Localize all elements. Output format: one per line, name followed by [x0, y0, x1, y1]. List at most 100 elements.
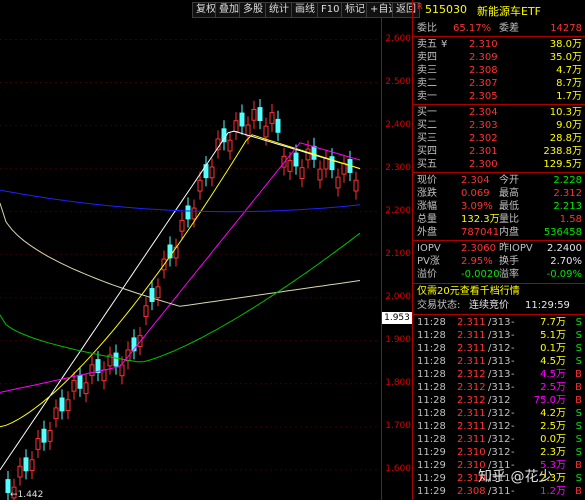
stat-label: 最高	[499, 188, 519, 199]
candle-body	[179, 219, 185, 232]
bid-price: 2.301	[469, 146, 498, 157]
bid-volume: 129.5万	[543, 159, 582, 170]
candle-body	[335, 176, 341, 189]
toolbar-button-2[interactable]: 多股	[239, 2, 267, 18]
tick-time: 11:29	[417, 473, 446, 484]
bid-label: 买四	[417, 146, 437, 157]
candle-body	[41, 428, 47, 443]
bid-label: 买三	[417, 133, 437, 144]
toolbar-button-5[interactable]: F10	[317, 2, 344, 18]
tick-volume: 1.2万	[540, 486, 566, 497]
tick-price: 2.312	[457, 369, 486, 380]
tick-dash: -	[511, 382, 515, 393]
candle-body	[149, 288, 155, 302]
tick-price: 2.311	[457, 317, 486, 328]
ask-volume: 1.7万	[556, 91, 582, 102]
stat-value: 3.09%	[461, 201, 493, 212]
price-tick: 2.100	[385, 248, 411, 259]
candle-body	[59, 397, 65, 412]
tick-price: 2.311	[457, 408, 486, 419]
bid-row: 买三 2.302 28.8万	[413, 133, 585, 145]
ask-price: 2.310	[469, 39, 498, 50]
stat-label: 今开	[499, 175, 519, 186]
ask-volume: 8.7万	[556, 78, 582, 89]
tick-side: S	[575, 343, 582, 354]
candle-body	[71, 379, 77, 392]
candle-body	[191, 207, 197, 220]
stat-row: 外盘 787041 内盘 536458	[413, 227, 585, 239]
ask-volume: 35.0万	[549, 52, 582, 63]
ask-price: 2.307	[469, 78, 498, 89]
candle-body	[209, 166, 215, 179]
weibi-label: 委比	[417, 23, 437, 34]
candle-body	[23, 457, 29, 472]
candlestick-chart[interactable]: ←1.442	[0, 18, 412, 500]
tick-side: S	[575, 317, 582, 328]
price-tick: 1.700	[385, 420, 411, 431]
ask-label: 卖三	[417, 65, 437, 76]
ask-label: 卖一	[417, 91, 437, 102]
tick-dash: -	[511, 369, 515, 380]
price-tick: 2.400	[385, 119, 411, 130]
candle-body	[323, 157, 329, 170]
candle-body	[53, 407, 59, 420]
ask-row: 卖二 2.307 8.7万	[413, 78, 585, 90]
tick-time: 11:29	[417, 447, 446, 458]
candle-body	[101, 369, 107, 382]
status-value: 连续竞价	[469, 300, 509, 311]
stat-label: 内盘	[499, 227, 519, 238]
candle-body	[293, 152, 299, 167]
tick-time: 11:29	[417, 486, 446, 497]
divider	[413, 104, 585, 105]
toolbar-button-3[interactable]: 统计	[265, 2, 293, 18]
tick-dash: -	[511, 434, 515, 445]
tick-row: 11:28 2.312/313- 2.5万 B	[413, 382, 585, 394]
ask-label: 卖四	[417, 52, 437, 63]
candle-body	[287, 160, 293, 172]
candle-body	[329, 156, 335, 171]
toolbar-button-4[interactable]: 画线	[291, 2, 319, 18]
tick-row: 11:28 2.312/313- 4.5万 B	[413, 369, 585, 381]
stat-label: 外盘	[417, 227, 437, 238]
tick-volume: 2.5万	[540, 382, 566, 393]
candle-body	[317, 168, 323, 181]
tick-side: S	[575, 408, 582, 419]
stat-row: 现价 2.304 今开 2.228	[413, 175, 585, 187]
tick-dash: -	[511, 343, 515, 354]
tick-side: S	[575, 434, 582, 445]
tick-time: 11:28	[417, 343, 446, 354]
toolbar-button-6[interactable]: 标记	[341, 2, 369, 18]
candle-body	[245, 124, 251, 137]
price-tick: 2.600	[385, 33, 411, 44]
bid-row: 买四 2.301 238.8万	[413, 146, 585, 158]
level2-ad-text[interactable]: 仅需20元查看千档行情	[417, 286, 520, 298]
candle-body	[17, 465, 23, 478]
candle-body	[65, 399, 71, 412]
bid-row: 买五 2.300 129.5万	[413, 159, 585, 171]
watermark: 知乎 @花少	[478, 469, 553, 485]
candle-body	[155, 286, 161, 299]
candle-body	[173, 246, 179, 259]
tick-row: 11:29 2.310/312- 2.3万 S	[413, 447, 585, 459]
candle-body	[47, 430, 53, 442]
tick-row: 11:28 2.311/313- 7.7万 S	[413, 317, 585, 329]
tick-price: 2.311	[457, 330, 486, 341]
stat-value: 2.312	[553, 188, 582, 199]
candle-body	[227, 139, 233, 152]
iopv-label: 换手	[499, 256, 519, 267]
ask-price: 2.308	[469, 65, 498, 76]
tick-range: /312	[488, 343, 511, 354]
tick-row: 11:28 2.311/313- 5.1万 S	[413, 330, 585, 342]
tick-time: 11:28	[417, 434, 446, 445]
weibi-value: 65.17%	[453, 23, 492, 34]
level2-ad[interactable]: 仅需20元查看千档行情	[413, 286, 585, 298]
tick-dash: -	[511, 330, 515, 341]
ask-row: 卖五 ¥2.310 38.0万	[413, 39, 585, 51]
bid-price: 2.304	[469, 107, 498, 118]
iopv-value: -0.09%	[546, 269, 582, 280]
candle-body	[353, 179, 359, 192]
tick-time: 11:28	[417, 317, 446, 328]
ask-price: 2.305	[469, 91, 498, 102]
tick-time: 11:28	[417, 330, 446, 341]
stat-label: 现价	[417, 175, 437, 186]
